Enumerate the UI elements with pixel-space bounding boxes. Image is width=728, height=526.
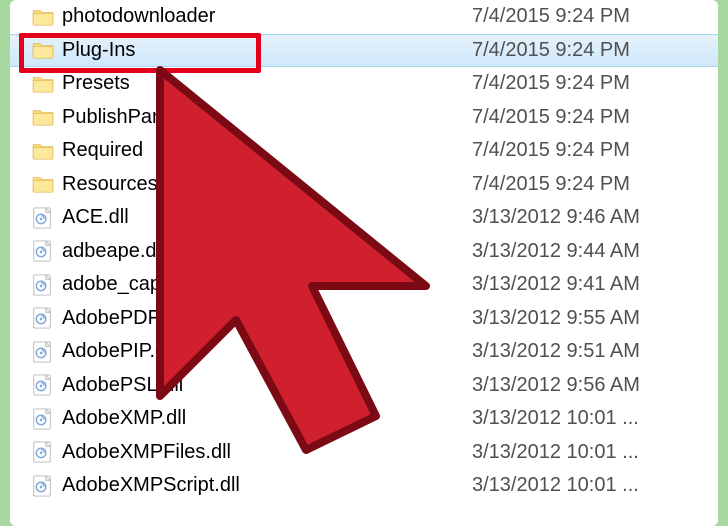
file-date: 3/13/2012 10:01 ... [472, 407, 718, 430]
file-date: 3/13/2012 10:01 ... [472, 441, 718, 464]
dll-file-icon [32, 408, 62, 430]
dll-file-icon [32, 240, 62, 262]
file-row[interactable]: AdobePSL.dll3/13/2012 9:56 AM [10, 369, 718, 403]
folder-icon [32, 142, 62, 160]
file-name: ACE.dll [62, 206, 472, 229]
file-date: 7/4/2015 9:24 PM [472, 39, 718, 62]
folder-icon [32, 41, 62, 59]
file-name: Presets [62, 72, 472, 95]
dll-file-icon [32, 475, 62, 497]
folder-icon [32, 108, 62, 126]
file-name: Plug-Ins [62, 39, 472, 62]
dll-file-icon [32, 274, 62, 296]
file-row[interactable]: AdobeXMPScript.dll3/13/2012 10:01 ... [10, 469, 718, 503]
file-date: 7/4/2015 9:24 PM [472, 72, 718, 95]
file-date: 3/13/2012 9:44 AM [472, 240, 718, 263]
file-name: AdobePIP.dll [62, 340, 472, 363]
file-row[interactable]: Required7/4/2015 9:24 PM [10, 134, 718, 168]
file-row[interactable]: PublishPanel7/4/2015 9:24 PM [10, 101, 718, 135]
file-row[interactable]: AdobePDFL.dll3/13/2012 9:55 AM [10, 302, 718, 336]
file-row[interactable]: AdobeXMP.dll3/13/2012 10:01 ... [10, 402, 718, 436]
file-date: 7/4/2015 9:24 PM [472, 106, 718, 129]
file-name: AdobeXMP.dll [62, 407, 472, 430]
file-name: adobe_caps.dll [62, 273, 472, 296]
file-date: 3/13/2012 9:41 AM [472, 273, 718, 296]
file-name: adbeape.dll [62, 240, 472, 263]
folder-icon [32, 8, 62, 26]
file-row[interactable]: AdobePIP.dll3/13/2012 9:51 AM [10, 335, 718, 369]
file-date: 3/13/2012 10:01 ... [472, 474, 718, 497]
dll-file-icon [32, 341, 62, 363]
dll-file-icon [32, 207, 62, 229]
file-name: Required [62, 139, 472, 162]
file-row[interactable]: Presets7/4/2015 9:24 PM [10, 67, 718, 101]
file-name: AdobeXMPScript.dll [62, 474, 472, 497]
file-name: Resources [62, 173, 472, 196]
file-row[interactable]: adobe_caps.dll3/13/2012 9:41 AM [10, 268, 718, 302]
dll-file-icon [32, 307, 62, 329]
file-explorer-window: photodownloader7/4/2015 9:24 PMPlug-Ins7… [10, 0, 718, 526]
folder-icon [32, 75, 62, 93]
file-date: 3/13/2012 9:46 AM [472, 206, 718, 229]
file-name: AdobeXMPFiles.dll [62, 441, 472, 464]
file-name: photodownloader [62, 5, 472, 28]
folder-icon [32, 175, 62, 193]
file-name: PublishPanel [62, 106, 472, 129]
file-name: AdobePDFL.dll [62, 307, 472, 330]
file-row[interactable]: Resources7/4/2015 9:24 PM [10, 168, 718, 202]
file-name: AdobePSL.dll [62, 374, 472, 397]
file-row[interactable]: AdobeXMPFiles.dll3/13/2012 10:01 ... [10, 436, 718, 470]
file-row[interactable]: Plug-Ins7/4/2015 9:24 PM [10, 34, 718, 68]
file-date: 7/4/2015 9:24 PM [472, 173, 718, 196]
file-row[interactable]: photodownloader7/4/2015 9:24 PM [10, 0, 718, 34]
dll-file-icon [32, 441, 62, 463]
file-date: 3/13/2012 9:55 AM [472, 307, 718, 330]
dll-file-icon [32, 374, 62, 396]
file-list[interactable]: photodownloader7/4/2015 9:24 PMPlug-Ins7… [10, 0, 718, 503]
file-date: 7/4/2015 9:24 PM [472, 139, 718, 162]
file-row[interactable]: adbeape.dll3/13/2012 9:44 AM [10, 235, 718, 269]
file-date: 3/13/2012 9:51 AM [472, 340, 718, 363]
file-date: 7/4/2015 9:24 PM [472, 5, 718, 28]
file-row[interactable]: ACE.dll3/13/2012 9:46 AM [10, 201, 718, 235]
file-date: 3/13/2012 9:56 AM [472, 374, 718, 397]
